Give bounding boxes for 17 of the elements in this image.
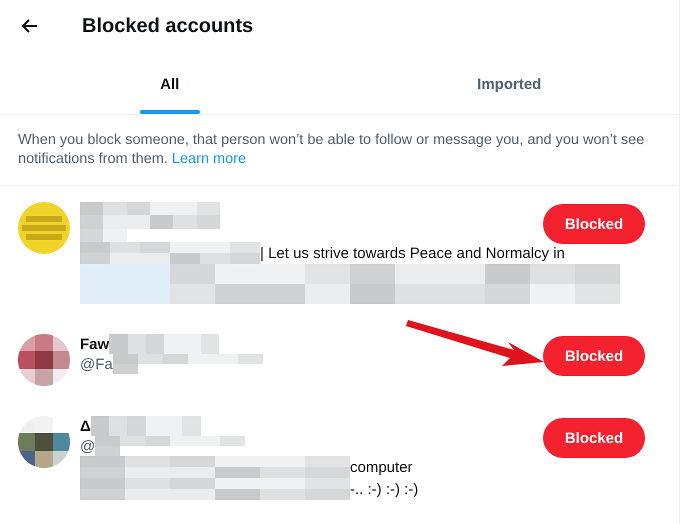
account-bio: -.. :-) :-) :-) (350, 480, 418, 498)
blocked-button[interactable]: Blocked (543, 336, 645, 376)
account-name: Faw (80, 336, 110, 352)
page-title: Blocked accounts (82, 14, 254, 38)
notice-text: When you block someone, that person won’t be able to follow or message you, and you won’t see notifications from them. Learn more (0, 115, 679, 186)
account-handle: @Fa (80, 356, 113, 372)
account-bio: computer (350, 458, 413, 476)
blocked-button[interactable]: Blocked (543, 204, 645, 244)
blocked-button[interactable]: Blocked (543, 418, 645, 458)
learn-more-link[interactable]: Learn more (172, 151, 246, 167)
account-name: Δ (80, 418, 91, 434)
tab[interactable]: All (0, 60, 340, 114)
tab[interactable]: Imported (340, 60, 679, 114)
pixelated-avatar (18, 334, 70, 386)
account-bio: | Let us strive towards Peace and Normalcy in (260, 244, 565, 262)
pixelated-avatar (18, 416, 70, 468)
account-handle: @ (80, 438, 96, 454)
